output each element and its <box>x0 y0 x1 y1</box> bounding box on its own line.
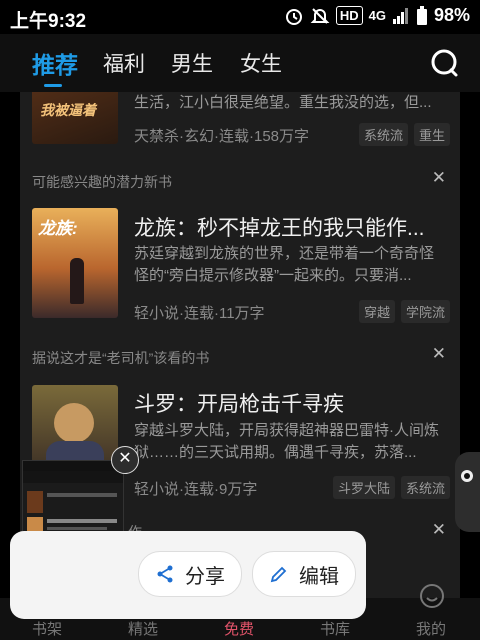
book-title[interactable]: 龙族：秒不掉龙王的我只能作... <box>134 212 434 242</box>
tab-recommend[interactable]: 推荐 <box>32 46 78 80</box>
screenshot-action-sheet: 分享 编辑 <box>10 531 366 619</box>
book-cover[interactable]: 龙族: <box>32 208 118 318</box>
edit-label: 编辑 <box>299 565 339 588</box>
status-time: 上午9:32 <box>10 11 87 32</box>
hd-badge: HD <box>335 6 363 25</box>
signal-icon <box>392 7 408 24</box>
battery-icon <box>416 5 427 25</box>
share-icon <box>157 565 173 583</box>
pencil-icon <box>270 566 287 583</box>
search-icon[interactable] <box>430 48 460 78</box>
status-bar: 上午9:32 HD 4G 98% <box>0 0 480 34</box>
book-title[interactable]: 斗罗：开局枪击千寻疾 <box>134 388 434 418</box>
nav-featured[interactable]: 精选 <box>128 618 158 639</box>
book-tags: 穿越 学院流 <box>358 300 450 323</box>
book-meta: 轻小说·连载·11万字 <box>134 305 265 322</box>
close-icon[interactable]: ✕ <box>432 168 446 188</box>
mute-bell-icon <box>310 7 330 24</box>
tag[interactable]: 学院流 <box>400 300 450 323</box>
close-icon[interactable]: ✕ <box>432 520 446 540</box>
edit-button[interactable]: 编辑 <box>252 551 356 597</box>
alarm-icon <box>285 8 302 25</box>
book-tags: 斗罗大陆 系统流 <box>332 476 450 499</box>
nav-free[interactable]: 免费 <box>224 618 254 639</box>
tab-female[interactable]: 女生 <box>240 48 282 78</box>
book-desc: 生活，江小白很是绝望。重生我没的选，但... <box>134 94 432 111</box>
floating-mascot[interactable] <box>455 452 480 532</box>
nav-bookshelf[interactable]: 书架 <box>32 618 62 639</box>
cover-title: 龙族: <box>38 219 78 238</box>
tag[interactable]: 穿越 <box>358 300 395 323</box>
book-desc: 苏廷穿越到龙族的世界，还是带着一个奇奇怪怪的“旁白提示修改器”一起来的。只要消.… <box>134 245 435 284</box>
status-icons: HD 4G 98% <box>284 5 470 26</box>
tag[interactable]: 系统流 <box>400 476 450 499</box>
tag[interactable]: 重生 <box>413 123 450 146</box>
tag[interactable]: 系统流 <box>358 123 408 146</box>
active-tab-indicator <box>44 84 62 87</box>
close-icon[interactable]: ✕ <box>432 344 446 364</box>
book-cover[interactable]: 我被逼着 <box>32 92 118 144</box>
section-title: 据说这才是“老司机”该看的书 <box>32 350 210 366</box>
tag[interactable]: 斗罗大陆 <box>332 476 395 499</box>
nav-me[interactable]: 我的 <box>416 618 446 639</box>
profile-icon[interactable] <box>418 582 446 610</box>
thumbnail-close-button[interactable]: ✕ <box>111 446 139 474</box>
network-label: 4G <box>368 8 386 23</box>
top-tab-bar: 推荐 福利 男生 女生 <box>0 34 480 92</box>
tab-male[interactable]: 男生 <box>171 48 213 78</box>
share-button[interactable]: 分享 <box>138 551 242 597</box>
book-meta: 轻小说·连载·9万字 <box>134 481 258 498</box>
section-title: 可能感兴趣的潜力新书 <box>32 174 172 190</box>
book-meta: 天禁杀·玄幻·连载·158万字 <box>134 128 310 145</box>
book-tags: 系统流 重生 <box>358 123 450 146</box>
tab-welfare[interactable]: 福利 <box>103 48 145 78</box>
book-desc: 穿越斗罗大陆，开局获得超神器巴雷特·人间炼狱……的三天试用期。偶遇千寻疾，苏落.… <box>134 422 439 461</box>
share-label: 分享 <box>185 565 225 588</box>
nav-library[interactable]: 书库 <box>320 618 350 639</box>
battery-level: 98% <box>433 5 470 25</box>
